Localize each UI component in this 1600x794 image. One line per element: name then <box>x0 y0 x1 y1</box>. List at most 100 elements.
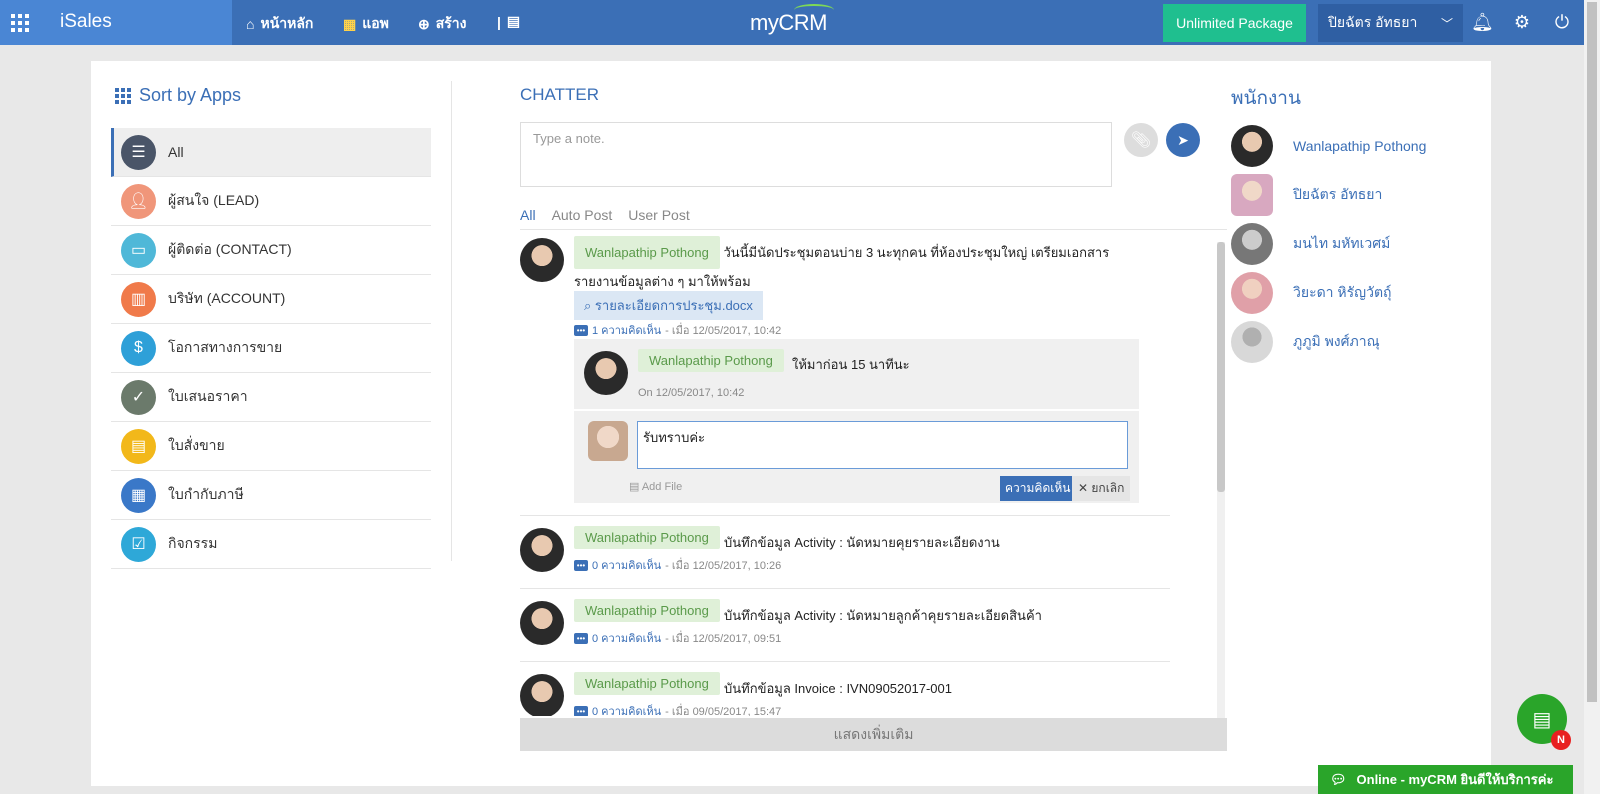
logo-swoosh <box>794 4 834 16</box>
package-button[interactable]: Unlimited Package <box>1163 4 1306 42</box>
post-meta: ••• 1 ความคิดเห็น - เมื่อ 12/05/2017, 10… <box>574 321 781 339</box>
post-date: - เมื่อ 12/05/2017, 10:26 <box>665 560 782 572</box>
post-meta: ••• 0 ความคิดเห็น - เมื่อ 12/05/2017, 09… <box>574 629 781 647</box>
employees-title: พนักงาน <box>1231 88 1301 109</box>
comment-item: Wanlapathip Pothong ให้มาก่อน 15 นาทีนะ … <box>574 339 1139 409</box>
invoice-icon: ▦ <box>121 477 156 513</box>
note-input[interactable]: Type a note. <box>520 122 1112 187</box>
reply-composer: รับทราบค่ะ ▤ Add File ความคิดเห็น ✕ ยกเล… <box>574 411 1139 503</box>
mycrm-logo: myCRM <box>750 4 834 36</box>
sidebar-item-contact[interactable]: ▭ ผู้ติดต่อ (CONTACT) <box>111 226 431 275</box>
feed-filter-tabs: All Auto Post User Post <box>520 207 1227 230</box>
sidebar-item-account[interactable]: ▥ บริษัท (ACCOUNT) <box>111 275 431 324</box>
document-icon: ▤ <box>1532 708 1552 731</box>
paper-plane-icon: ➤ <box>1177 131 1189 148</box>
user-name: ปิยฉัตร อัทธยา <box>1328 14 1418 30</box>
author-tag[interactable]: Wanlapathip Pothong <box>574 672 720 695</box>
employee-item[interactable]: ภูภูมิ พงศ์ภาณุ <box>1231 317 1426 366</box>
nav-home-label: หน้าหลัก <box>260 15 314 31</box>
attach-button[interactable]: 📎︎ <box>1124 123 1158 157</box>
comment-count[interactable]: 0 ความคิดเห็น <box>592 629 661 647</box>
avatar[interactable] <box>584 351 628 395</box>
attachment-name: รายละเอียดการประชุม.docx <box>594 298 753 313</box>
sidebar-item-opportunity[interactable]: $ โอกาสทางการขาย <box>111 324 431 373</box>
sort-title-text: Sort by Apps <box>139 85 242 105</box>
nav-apps-label: แอพ <box>362 15 389 31</box>
brand-name[interactable]: iSales <box>60 11 112 33</box>
chat-fab[interactable]: ▤ N <box>1517 694 1571 750</box>
add-file-button[interactable]: ▤ Add File <box>629 480 682 493</box>
sidebar-item-activity[interactable]: ☑ กิจกรรม <box>111 520 431 569</box>
main-card: Sort by Apps ☰ All 👤︎ ผู้สนใจ (LEAD) ▭ ผ… <box>91 61 1491 786</box>
employee-item[interactable]: มนไท มหัทเวศม์ <box>1231 219 1426 268</box>
nav-home[interactable]: ⌂ หน้าหลัก <box>246 13 313 35</box>
clipboard-check-icon: ✓ <box>121 379 156 415</box>
nav-apps[interactable]: ▦ แอพ <box>343 13 389 35</box>
chevron-down-icon: ﹀ <box>1440 17 1453 31</box>
author-tag[interactable]: Wanlapathip Pothong <box>574 236 720 269</box>
online-chat-bar[interactable]: 💬︎ Online - myCRM ยินดีให้บริการค่ะ <box>1318 765 1573 794</box>
post-divider <box>520 515 1170 516</box>
sidebar-item-all[interactable]: ☰ All <box>111 128 431 177</box>
add-file-icon: ▤ <box>629 481 642 493</box>
author-tag[interactable]: Wanlapathip Pothong <box>638 349 784 372</box>
employee-name: ปิยฉัตร อัทธยา <box>1293 185 1383 202</box>
sidebar-item-sales-order[interactable]: ▤ ใบสั่งขาย <box>111 422 431 471</box>
nav-create[interactable]: ⊕ สร้าง <box>418 13 467 35</box>
post-text: บันทึกข้อมูล Activity : นัดหมายลูกค้าคุย… <box>724 608 1042 623</box>
comment-count[interactable]: 0 ความคิดเห็น <box>592 556 661 574</box>
avatar <box>588 421 628 461</box>
tab-user-post[interactable]: User Post <box>628 207 689 229</box>
person-icon: 👤︎ <box>121 183 156 219</box>
post-date: - เมื่อ 12/05/2017, 10:42 <box>665 325 782 337</box>
sidebar-item-invoice[interactable]: ▦ ใบกำกับภาษี <box>111 471 431 520</box>
comment-text: ให้มาก่อน 15 นาทีนะ <box>792 357 910 372</box>
add-file-label: Add File <box>641 481 683 493</box>
avatar[interactable] <box>520 674 564 716</box>
employee-name: มนไท มหัทเวศม์ <box>1293 234 1391 251</box>
sidebar-item-label: ผู้สนใจ (LEAD) <box>168 192 260 208</box>
calendar-icon: ▤ <box>506 13 521 29</box>
chatter-feed: Wanlapathip Pothong วันนี้มีนัดประชุมตอน… <box>520 236 1210 716</box>
page-scrollbar[interactable] <box>1584 0 1600 794</box>
comment-count[interactable]: 0 ความคิดเห็น <box>592 702 661 716</box>
tab-all[interactable]: All <box>520 207 536 229</box>
bell-icon[interactable]: 🔔︎ <box>1471 11 1494 33</box>
contact-card-icon: ▭ <box>121 232 156 268</box>
notification-badge: N <box>1551 730 1571 750</box>
show-more-button[interactable]: แสดงเพิ่มเติม <box>520 718 1227 751</box>
reply-input[interactable]: รับทราบค่ะ <box>637 421 1128 469</box>
avatar[interactable] <box>520 528 564 572</box>
feed-scrollbar-thumb[interactable] <box>1217 242 1225 492</box>
feed-scrollbar[interactable] <box>1217 242 1225 722</box>
avatar[interactable] <box>520 238 564 282</box>
power-icon[interactable]: ⏻ <box>1551 11 1573 33</box>
grid-icon <box>115 87 131 104</box>
app-launcher-icon[interactable] <box>11 14 29 32</box>
gear-icon[interactable]: ⚙ <box>1511 11 1533 33</box>
apps-grid-icon: ▦ <box>343 15 357 32</box>
post-divider <box>520 661 1170 662</box>
avatar[interactable] <box>520 601 564 645</box>
paperclip-icon: ⌕ <box>584 298 595 313</box>
page-scrollbar-thumb[interactable] <box>1587 2 1597 702</box>
author-tag[interactable]: Wanlapathip Pothong <box>574 599 720 622</box>
comment-submit-button[interactable]: ความคิดเห็น <box>1000 476 1076 501</box>
attachment-link[interactable]: ⌕ รายละเอียดการประชุม.docx <box>574 291 763 320</box>
employee-name: วิยะดา หิรัญวัตถุ์ <box>1293 283 1392 300</box>
employee-item[interactable]: Wanlapathip Pothong <box>1231 121 1426 170</box>
cancel-button[interactable]: ✕ ยกเลิก <box>1072 476 1131 501</box>
sidebar-item-quotation[interactable]: ✓ ใบเสนอราคา <box>111 373 431 422</box>
send-button[interactable]: ➤ <box>1166 123 1200 157</box>
tab-auto-post[interactable]: Auto Post <box>552 207 613 229</box>
sidebar-item-lead[interactable]: 👤︎ ผู้สนใจ (LEAD) <box>111 177 431 226</box>
top-navbar: iSales ⌂ หน้าหลัก ▦ แอพ ⊕ สร้าง | ▤ myCR… <box>0 0 1584 45</box>
employee-item[interactable]: วิยะดา หิรัญวัตถุ์ <box>1231 268 1426 317</box>
cancel-label: ยกเลิก <box>1091 481 1125 495</box>
author-tag[interactable]: Wanlapathip Pothong <box>574 526 720 549</box>
comment-date: On 12/05/2017, 10:42 <box>638 387 745 399</box>
comment-count[interactable]: 1 ความคิดเห็น <box>592 321 661 339</box>
employee-item[interactable]: ปิยฉัตร อัทธยา <box>1231 170 1426 219</box>
user-dropdown[interactable]: ปิยฉัตร อัทธยา ﹀ <box>1318 4 1463 42</box>
nav-calendar[interactable]: | ▤ <box>497 13 520 30</box>
